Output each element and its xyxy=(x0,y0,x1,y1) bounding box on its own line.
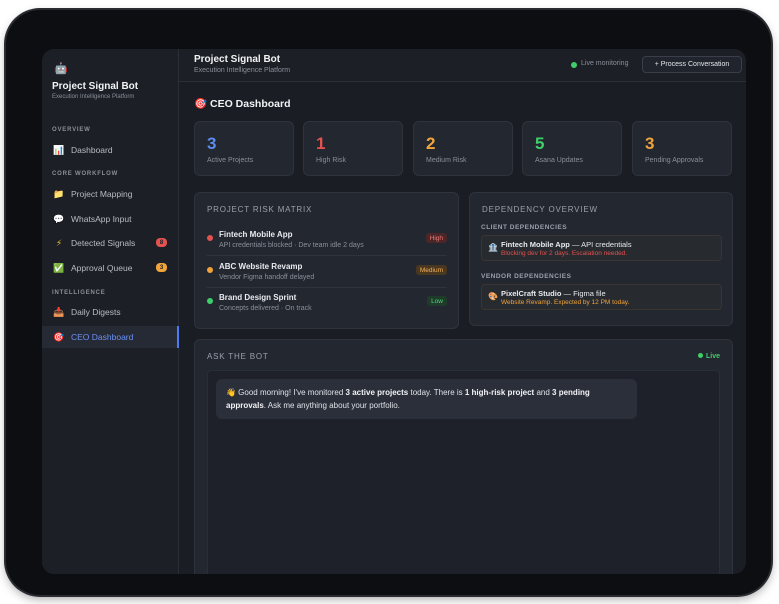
vendor-dependency-card[interactable]: 🎨 PixelCraft Studio — Figma file Website… xyxy=(481,284,722,310)
message-bold: 1 high-risk project xyxy=(464,388,535,397)
risk-tag: Medium xyxy=(415,265,447,275)
chat-area[interactable]: 👋 Good morning! I've monitored 3 active … xyxy=(207,370,720,574)
panel-title: DEPENDENCY OVERVIEW xyxy=(482,205,598,214)
sidebar-item-project-mapping[interactable]: 📁 Project Mapping xyxy=(42,183,179,205)
message-bold: 3 active projects xyxy=(345,388,409,397)
sidebar-item-label: Detected Signals xyxy=(71,238,136,248)
page-title: 🎯 CEO Dashboard xyxy=(194,98,291,110)
message-text: today. There is xyxy=(408,388,465,397)
header-title: Project Signal Bot xyxy=(194,54,281,65)
brand-subtitle: Execution Intelligence Platform xyxy=(52,94,135,100)
panel-title: PROJECT RISK MATRIX xyxy=(207,205,313,214)
sidebar-item-approval-queue[interactable]: ✅ Approval Queue 3 xyxy=(42,257,179,279)
project-desc: API credentials blocked · Dev team idle … xyxy=(219,242,364,249)
project-name: Fintech Mobile App xyxy=(219,230,293,239)
sidebar-item-label: Project Mapping xyxy=(71,189,133,199)
vendor-dependencies-label: VENDOR DEPENDENCIES xyxy=(481,273,572,280)
risk-row-brand[interactable]: Brand Design Sprint Concepts delivered ·… xyxy=(207,293,447,323)
divider xyxy=(207,287,447,288)
brand-name: Project Signal Bot xyxy=(52,81,139,92)
approvals-count-badge: 3 xyxy=(156,263,167,272)
sidebar-item-ceo-dashboard[interactable]: 🎯 CEO Dashboard xyxy=(42,326,179,348)
stat-card-asana-updates: 5 Asana Updates xyxy=(522,121,622,176)
speech-bubble-icon: 💬 xyxy=(53,213,65,224)
live-status-dot xyxy=(571,62,577,68)
dependency-status: Website Revamp. Expected by 12 PM today. xyxy=(501,299,630,306)
project-name: Brand Design Sprint xyxy=(219,293,297,302)
project-risk-matrix-panel: PROJECT RISK MATRIX Fintech Mobile App A… xyxy=(194,192,459,329)
stat-card-pending-approvals: 3 Pending Approvals xyxy=(632,121,732,176)
dependency-status: Blocking dev for 2 days. Escalation need… xyxy=(501,250,628,257)
bot-live-indicator: Live xyxy=(698,353,720,360)
stat-label: Pending Approvals xyxy=(645,157,704,164)
client-dependency-card[interactable]: 🏦 Fintech Mobile App — API credentials B… xyxy=(481,235,722,261)
divider xyxy=(207,255,447,256)
dependency-title: Fintech Mobile App — API credentials xyxy=(501,240,632,249)
section-label-intelligence: INTELLIGENCE xyxy=(52,290,106,296)
sidebar-item-label: WhatsApp Input xyxy=(71,214,132,224)
risk-tag: Low xyxy=(427,296,447,306)
risk-tag: High xyxy=(425,233,447,243)
dependency-name: PixelCraft Studio xyxy=(501,289,562,298)
dependency-title: PixelCraft Studio — Figma file xyxy=(501,289,606,298)
dependency-overview-panel: DEPENDENCY OVERVIEW CLIENT DEPENDENCIES … xyxy=(469,192,733,326)
risk-dot xyxy=(207,235,213,241)
sidebar-item-label: Approval Queue xyxy=(71,263,133,273)
sidebar-item-label: Dashboard xyxy=(71,145,113,155)
target-icon: 🎯 xyxy=(53,331,65,342)
main-content: Project Signal Bot Execution Intelligenc… xyxy=(179,49,746,574)
live-status-text: Live monitoring xyxy=(581,60,629,67)
section-label-core-workflow: CORE WORKFLOW xyxy=(52,171,119,177)
stat-label: High Risk xyxy=(316,157,346,164)
top-bar: Project Signal Bot Execution Intelligenc… xyxy=(179,49,746,82)
dependency-detail: — Figma file xyxy=(563,289,606,298)
robot-icon: 🤖 xyxy=(54,63,68,75)
message-text: . Ask me anything about your portfolio. xyxy=(263,401,400,410)
tablet-frame: 🤖 Project Signal Bot Execution Intellige… xyxy=(6,10,771,595)
client-dependencies-label: CLIENT DEPENDENCIES xyxy=(481,224,568,231)
stat-label: Asana Updates xyxy=(535,157,583,164)
stat-label: Medium Risk xyxy=(426,157,467,164)
sidebar-item-detected-signals[interactable]: ⚡ Detected Signals 8 xyxy=(42,232,179,254)
stat-value: 3 xyxy=(645,134,655,153)
header-subtitle: Execution Intelligence Platform xyxy=(194,67,291,74)
risk-dot xyxy=(207,267,213,273)
lightning-icon: ⚡ xyxy=(55,237,63,248)
message-text: 👋 Good morning! I've monitored xyxy=(226,388,346,397)
app-screen: 🤖 Project Signal Bot Execution Intellige… xyxy=(42,49,746,574)
stat-value: 2 xyxy=(426,134,436,153)
dependency-name: Fintech Mobile App xyxy=(501,240,570,249)
message-text: and xyxy=(534,388,553,397)
inbox-icon: 📥 xyxy=(53,306,65,317)
sidebar-item-label: CEO Dashboard xyxy=(71,332,134,342)
stat-value: 3 xyxy=(207,134,217,153)
sidebar-item-label: Daily Digests xyxy=(71,307,121,317)
sidebar-item-whatsapp-input[interactable]: 💬 WhatsApp Input xyxy=(42,208,179,230)
stat-card-medium-risk: 2 Medium Risk xyxy=(413,121,513,176)
sidebar-item-dashboard[interactable]: 📊 Dashboard xyxy=(42,139,179,161)
project-name: ABC Website Revamp xyxy=(219,262,303,271)
folder-icon: 📁 xyxy=(53,188,65,199)
panel-title: ASK THE BOT xyxy=(207,352,269,361)
project-desc: Concepts delivered · On track xyxy=(219,305,312,312)
project-desc: Vendor Figma handoff delayed xyxy=(219,274,315,281)
risk-dot xyxy=(207,298,213,304)
palette-icon: 🎨 xyxy=(488,292,498,301)
stat-card-active-projects: 3 Active Projects xyxy=(194,121,294,176)
dependency-detail: — API credentials xyxy=(571,240,632,249)
ask-the-bot-panel: ASK THE BOT Live 👋 Good morning! I've mo… xyxy=(194,339,733,574)
signals-count-badge: 8 xyxy=(156,238,167,247)
checkmark-icon: ✅ xyxy=(53,262,65,273)
chart-icon: 📊 xyxy=(53,144,65,155)
building-icon: 🏦 xyxy=(488,243,498,252)
stat-value: 5 xyxy=(535,134,545,153)
process-conversation-button[interactable]: + Process Conversation xyxy=(642,56,742,73)
sidebar-item-daily-digests[interactable]: 📥 Daily Digests xyxy=(42,301,179,323)
sidebar: 🤖 Project Signal Bot Execution Intellige… xyxy=(42,49,179,574)
section-label-overview: OVERVIEW xyxy=(52,127,91,133)
stat-card-high-risk: 1 High Risk xyxy=(303,121,403,176)
stat-label: Active Projects xyxy=(207,157,254,164)
stat-value: 1 xyxy=(316,134,326,153)
bot-message-bubble: 👋 Good morning! I've monitored 3 active … xyxy=(216,379,637,419)
